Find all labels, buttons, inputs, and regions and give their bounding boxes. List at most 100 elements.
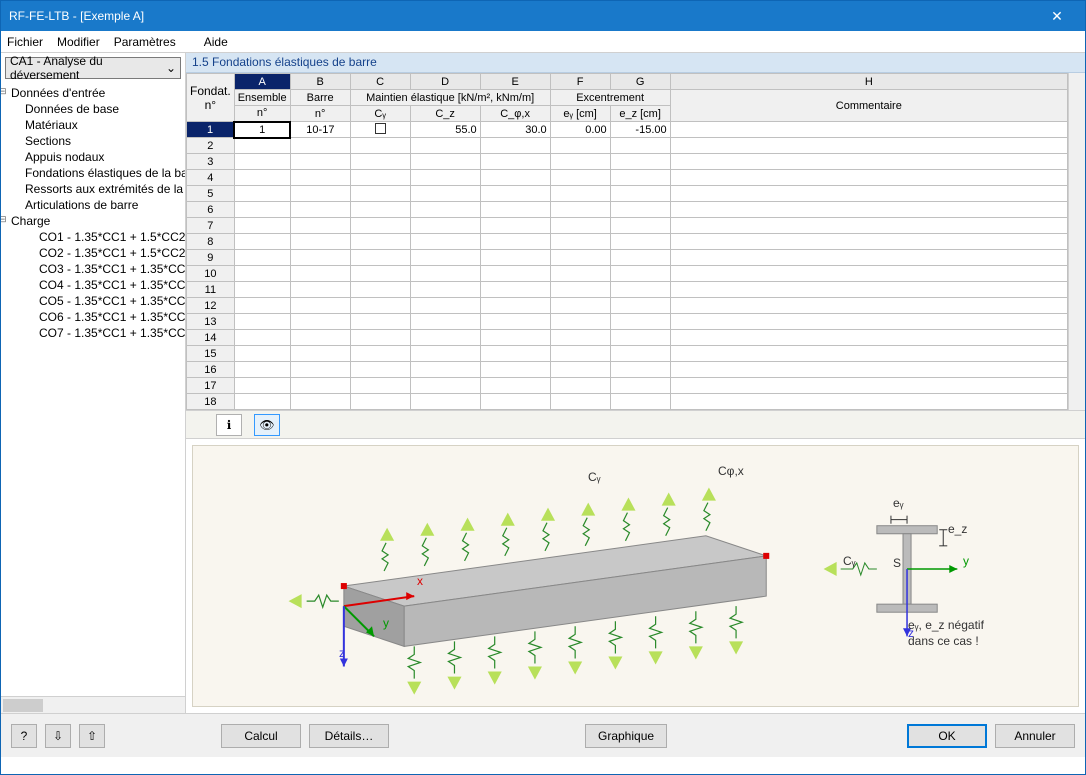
lbl-z: z xyxy=(339,646,345,660)
table-row[interactable]: 10 xyxy=(187,266,1068,282)
hdr-cz: C_z xyxy=(410,106,480,122)
lbl-note2: dans ce cas ! xyxy=(908,634,979,648)
col-f[interactable]: F xyxy=(550,74,610,90)
tree-item[interactable]: CO5 - 1.35*CC1 + 1.35*CC2 xyxy=(1,293,185,309)
import-icon: ⇧ xyxy=(87,729,97,743)
lbl-ez: e_z xyxy=(948,522,967,536)
menu-file[interactable]: Fichier xyxy=(7,35,43,49)
tree-item[interactable]: Fondations élastiques de la barre xyxy=(1,165,185,181)
diagram: Cᵧ Cφ,x x y z Cᵧ eᵧ e_z S y z eᵧ, e_z né… xyxy=(192,445,1079,707)
col-g[interactable]: G xyxy=(610,74,670,90)
lbl-cy2: Cᵧ xyxy=(843,554,856,568)
data-grid[interactable]: Fondat.n° A B C D E F G H Ensemble Barre… xyxy=(186,73,1068,410)
view-button[interactable]: 👁 xyxy=(254,414,280,436)
tree-item[interactable]: CO4 - 1.35*CC1 + 1.35*CC2 xyxy=(1,277,185,293)
grid-vscroll[interactable] xyxy=(1068,73,1085,410)
tree-item[interactable]: CO7 - 1.35*CC1 + 1.35*CC2 xyxy=(1,325,185,341)
graph-button[interactable]: Graphique xyxy=(585,724,667,748)
lbl-cy: Cᵧ xyxy=(588,470,601,484)
beam-diagram xyxy=(193,446,1078,706)
tree-item[interactable]: CO6 - 1.35*CC1 + 1.35*CC2 xyxy=(1,309,185,325)
table-row[interactable]: 18 xyxy=(187,394,1068,410)
hdr-ensemble: Ensemble xyxy=(234,90,290,106)
hdr-ey: eᵧ [cm] xyxy=(550,106,610,122)
section-title: 1.5 Fondations élastiques de barre xyxy=(186,53,1085,73)
lbl-ey: eᵧ xyxy=(893,496,904,510)
export-button[interactable]: ⇩ xyxy=(45,724,71,748)
details-button[interactable]: Détails… xyxy=(309,724,389,748)
table-row[interactable]: 9 xyxy=(187,250,1068,266)
ok-button[interactable]: OK xyxy=(907,724,987,748)
titlebar: RF-FE-LTB - [Exemple A] ✕ xyxy=(1,1,1085,31)
mid-toolbar: ℹ 👁 xyxy=(186,411,1085,439)
table-row[interactable]: 8 xyxy=(187,234,1068,250)
hdr-comment: Commentaire xyxy=(670,90,1067,122)
info-button[interactable]: ℹ xyxy=(216,414,242,436)
footer: ? ⇩ ⇧ Calcul Détails… Graphique OK Annul… xyxy=(1,713,1085,757)
lbl-s: S xyxy=(893,556,901,570)
tree-item[interactable]: CO2 - 1.35*CC1 + 1.5*CC2 xyxy=(1,245,185,261)
lbl-x: x xyxy=(417,574,423,588)
col-h[interactable]: H xyxy=(670,74,1067,90)
hdr-cy: Cᵧ xyxy=(350,106,410,122)
table-row[interactable]: 11 xyxy=(187,282,1068,298)
table-row[interactable]: 2 xyxy=(187,138,1068,154)
tree-root-input[interactable]: Données d'entrée xyxy=(1,85,185,101)
hdr-excentr: Excentrement xyxy=(550,90,670,106)
tree-item[interactable]: Ressorts aux extrémités de la barre xyxy=(1,181,185,197)
table-row[interactable]: 17 xyxy=(187,378,1068,394)
col-d[interactable]: D xyxy=(410,74,480,90)
table-row[interactable]: 15 xyxy=(187,346,1068,362)
export-icon: ⇩ xyxy=(53,729,63,743)
menu-help[interactable]: Aide xyxy=(204,35,228,49)
hdr-ez: e_z [cm] xyxy=(610,106,670,122)
checkbox[interactable] xyxy=(375,123,386,134)
table-row[interactable]: 7 xyxy=(187,218,1068,234)
lbl-y: y xyxy=(383,616,389,630)
table-row[interactable]: 5 xyxy=(187,186,1068,202)
close-icon[interactable]: ✕ xyxy=(1037,8,1077,25)
col-fondat: Fondat. xyxy=(190,84,231,98)
table-row[interactable]: 4 xyxy=(187,170,1068,186)
help-icon: ? xyxy=(21,729,28,743)
nav-tree: Données d'entrée Données de base Matéria… xyxy=(1,83,185,696)
tree-root-charge[interactable]: Charge xyxy=(1,213,185,229)
tree-item[interactable]: Matériaux xyxy=(1,117,185,133)
table-row[interactable]: 14 xyxy=(187,330,1068,346)
col-c[interactable]: C xyxy=(350,74,410,90)
window-title: RF-FE-LTB - [Exemple A] xyxy=(9,9,144,23)
info-icon: ℹ xyxy=(227,418,232,432)
tree-item[interactable]: Données de base xyxy=(1,101,185,117)
table-row[interactable]: 1110-1755.030.00.00-15.00 xyxy=(187,122,1068,138)
case-combo-label: CA1 - Analyse du déversement xyxy=(10,54,166,82)
col-b[interactable]: B xyxy=(290,74,350,90)
table-row[interactable]: 12 xyxy=(187,298,1068,314)
import-button[interactable]: ⇧ xyxy=(79,724,105,748)
col-a[interactable]: A xyxy=(234,74,290,90)
tree-hscroll[interactable] xyxy=(1,696,185,713)
hdr-cphix: C_φ,x xyxy=(480,106,550,122)
menu-edit[interactable]: Modifier xyxy=(57,35,100,49)
cancel-button[interactable]: Annuler xyxy=(995,724,1075,748)
menu-params[interactable]: Paramètres xyxy=(114,35,176,49)
tree-item[interactable]: Sections xyxy=(1,133,185,149)
lbl-note1: eᵧ, e_z négatif xyxy=(908,618,984,632)
table-row[interactable]: 13 xyxy=(187,314,1068,330)
tree-item[interactable]: Articulations de barre xyxy=(1,197,185,213)
content: 1.5 Fondations élastiques de barre Fonda… xyxy=(186,53,1085,713)
eye-icon: 👁 xyxy=(259,418,274,432)
calc-button[interactable]: Calcul xyxy=(221,724,301,748)
hdr-barre: Barre xyxy=(290,90,350,106)
table-row[interactable]: 6 xyxy=(187,202,1068,218)
col-e[interactable]: E xyxy=(480,74,550,90)
lbl-cphix: Cφ,x xyxy=(718,464,744,478)
help-button[interactable]: ? xyxy=(11,724,37,748)
tree-item[interactable]: CO1 - 1.35*CC1 + 1.5*CC2 xyxy=(1,229,185,245)
table-row[interactable]: 3 xyxy=(187,154,1068,170)
chevron-down-icon: ⌄ xyxy=(166,61,176,75)
table-row[interactable]: 16 xyxy=(187,362,1068,378)
tree-item[interactable]: CO3 - 1.35*CC1 + 1.35*CC2 xyxy=(1,261,185,277)
tree-item[interactable]: Appuis nodaux xyxy=(1,149,185,165)
sidebar: CA1 - Analyse du déversement ⌄ Données d… xyxy=(1,53,186,713)
case-combo[interactable]: CA1 - Analyse du déversement ⌄ xyxy=(5,57,181,79)
